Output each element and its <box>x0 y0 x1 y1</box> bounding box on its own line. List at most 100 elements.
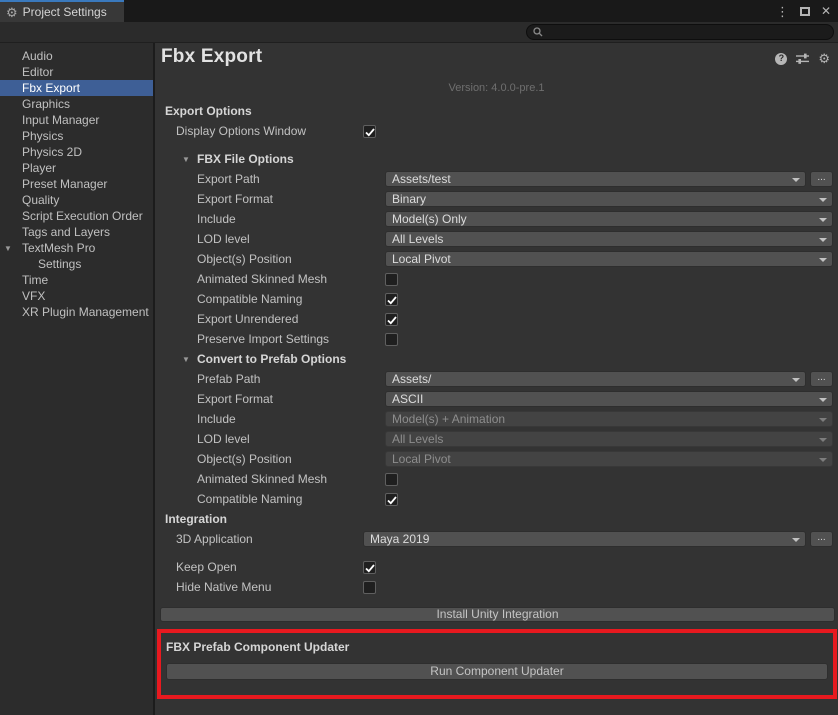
row-prefab-path: Prefab Path Assets/ ... <box>155 369 838 389</box>
row-keep-open: Keep Open <box>155 557 838 577</box>
sidebar-item-graphics[interactable]: Graphics <box>0 96 153 112</box>
row-display-options-window: Display Options Window <box>155 121 838 141</box>
sidebar-item-quality[interactable]: Quality <box>0 192 153 208</box>
search-icon <box>533 27 543 37</box>
row-objects-position: Object(s) Position Local Pivot <box>155 249 838 269</box>
row-prefab-compatible-naming: Compatible Naming <box>155 489 838 509</box>
row-3d-application: 3D Application Maya 2019 ... <box>155 529 838 549</box>
sidebar-item-textmesh-pro[interactable]: ▼ TextMesh Pro <box>0 240 153 256</box>
chevron-down-icon <box>819 238 827 242</box>
sidebar-item-tags-and-layers[interactable]: Tags and Layers <box>0 224 153 240</box>
chevron-down-icon <box>792 378 800 382</box>
foldout-fbx-file-options[interactable]: ▼ FBX File Options <box>155 149 838 169</box>
close-icon[interactable]: ✕ <box>821 5 831 17</box>
sidebar: Audio Editor Fbx Export Graphics Input M… <box>0 43 155 715</box>
row-animated-skinned-mesh: Animated Skinned Mesh <box>155 269 838 289</box>
row-prefab-animated-skinned-mesh: Animated Skinned Mesh <box>155 469 838 489</box>
foldout-open-icon[interactable]: ▼ <box>4 241 12 256</box>
display-options-window-checkbox[interactable] <box>363 125 376 138</box>
export-path-dropdown[interactable]: Assets/test <box>385 171 806 187</box>
tab-project-settings[interactable]: ⚙ Project Settings <box>0 0 124 22</box>
gear-icon: ⚙ <box>6 6 18 19</box>
titlebar: ⚙ Project Settings ⋮ ✕ <box>0 0 838 22</box>
row-export-format: Export Format Binary <box>155 189 838 209</box>
prefab-compatible-naming-checkbox[interactable] <box>385 493 398 506</box>
prefab-export-format-dropdown[interactable]: ASCII <box>385 391 833 407</box>
foldout-open-icon: ▼ <box>182 150 190 170</box>
prefab-lod-level-dropdown: All Levels <box>385 431 833 447</box>
search-input[interactable] <box>547 25 833 39</box>
chevron-down-icon <box>819 418 827 422</box>
chevron-down-icon <box>819 198 827 202</box>
sidebar-item-vfx[interactable]: VFX <box>0 288 153 304</box>
prefab-animated-skinned-mesh-checkbox[interactable] <box>385 473 398 486</box>
sidebar-item-audio[interactable]: Audio <box>0 48 153 64</box>
chevron-down-icon <box>819 218 827 222</box>
sidebar-item-textmesh-pro-settings[interactable]: Settings <box>0 256 153 272</box>
sidebar-item-script-execution-order[interactable]: Script Execution Order <box>0 208 153 224</box>
section-fbx-prefab-component-updater: FBX Prefab Component Updater <box>166 638 833 656</box>
sidebar-item-xr-plugin-management[interactable]: XR Plugin Management <box>0 304 153 320</box>
settings-gear-icon[interactable]: ⚙ <box>818 52 830 65</box>
row-include: Include Model(s) Only <box>155 209 838 229</box>
section-integration: Integration <box>155 509 838 529</box>
maximize-icon[interactable] <box>800 7 810 16</box>
chevron-down-icon <box>819 438 827 442</box>
prefab-objects-position-dropdown: Local Pivot <box>385 451 833 467</box>
3d-application-dropdown[interactable]: Maya 2019 <box>363 531 806 547</box>
3d-application-browse-button[interactable]: ... <box>810 531 833 547</box>
toolbar <box>0 22 838 43</box>
compatible-naming-checkbox[interactable] <box>385 293 398 306</box>
export-path-browse-button[interactable]: ... <box>810 171 833 187</box>
chevron-down-icon <box>819 258 827 262</box>
row-preserve-import-settings: Preserve Import Settings <box>155 329 838 349</box>
objects-position-dropdown[interactable]: Local Pivot <box>385 251 833 267</box>
tab-title: Project Settings <box>23 5 107 19</box>
sidebar-item-preset-manager[interactable]: Preset Manager <box>0 176 153 192</box>
foldout-open-icon: ▼ <box>182 350 190 370</box>
row-prefab-include: Include Model(s) + Animation <box>155 409 838 429</box>
row-prefab-export-format: Export Format ASCII <box>155 389 838 409</box>
hide-native-menu-checkbox[interactable] <box>363 581 376 594</box>
search-field[interactable] <box>526 24 834 40</box>
preserve-import-settings-checkbox[interactable] <box>385 333 398 346</box>
row-export-path: Export Path Assets/test ... <box>155 169 838 189</box>
row-export-unrendered: Export Unrendered <box>155 309 838 329</box>
main-panel: Fbx Export ? ⚙ Version: 4.0.0-pre.1 Expo… <box>155 43 838 715</box>
export-unrendered-checkbox[interactable] <box>385 313 398 326</box>
window-menu-icon[interactable]: ⋮ <box>776 5 789 18</box>
presets-icon[interactable] <box>796 53 809 64</box>
chevron-down-icon <box>819 458 827 462</box>
prefab-include-dropdown: Model(s) + Animation <box>385 411 833 427</box>
section-export-options: Export Options <box>155 101 838 121</box>
install-unity-integration-button[interactable]: Install Unity Integration <box>160 607 835 622</box>
row-hide-native-menu: Hide Native Menu <box>155 577 838 597</box>
sidebar-item-physics-2d[interactable]: Physics 2D <box>0 144 153 160</box>
foldout-convert-to-prefab-options[interactable]: ▼ Convert to Prefab Options <box>155 349 838 369</box>
keep-open-checkbox[interactable] <box>363 561 376 574</box>
prefab-path-dropdown[interactable]: Assets/ <box>385 371 806 387</box>
prefab-path-browse-button[interactable]: ... <box>810 371 833 387</box>
version-label: Version: 4.0.0-pre.1 <box>155 82 838 94</box>
project-settings-window: ⚙ Project Settings ⋮ ✕ Audio Editor Fbx … <box>0 0 838 715</box>
sidebar-item-input-manager[interactable]: Input Manager <box>0 112 153 128</box>
chevron-down-icon <box>792 538 800 542</box>
sidebar-item-fbx-export[interactable]: Fbx Export <box>0 80 153 96</box>
sidebar-item-physics[interactable]: Physics <box>0 128 153 144</box>
sidebar-item-time[interactable]: Time <box>0 272 153 288</box>
chevron-down-icon <box>819 398 827 402</box>
lod-level-dropdown[interactable]: All Levels <box>385 231 833 247</box>
highlight-box: FBX Prefab Component Updater Run Compone… <box>157 629 837 699</box>
export-format-dropdown[interactable]: Binary <box>385 191 833 207</box>
include-dropdown[interactable]: Model(s) Only <box>385 211 833 227</box>
row-prefab-objects-position: Object(s) Position Local Pivot <box>155 449 838 469</box>
row-compatible-naming: Compatible Naming <box>155 289 838 309</box>
row-lod-level: LOD level All Levels <box>155 229 838 249</box>
help-icon[interactable]: ? <box>775 53 787 65</box>
animated-skinned-mesh-checkbox[interactable] <box>385 273 398 286</box>
row-prefab-lod-level: LOD level All Levels <box>155 429 838 449</box>
page-title: Fbx Export <box>161 46 262 68</box>
sidebar-item-editor[interactable]: Editor <box>0 64 153 80</box>
run-component-updater-button[interactable]: Run Component Updater <box>166 663 828 680</box>
sidebar-item-player[interactable]: Player <box>0 160 153 176</box>
